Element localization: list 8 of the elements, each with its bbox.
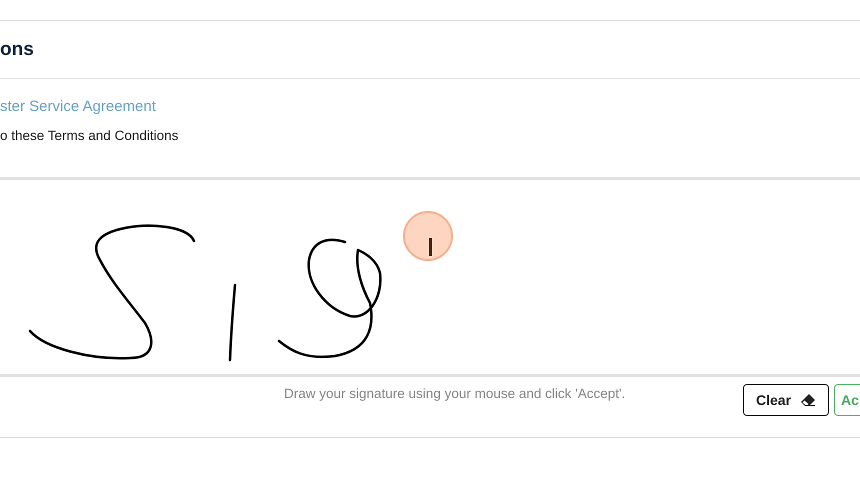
- agreement-text: o these Terms and Conditions: [0, 127, 180, 145]
- agreement-link[interactable]: ster Service Agreement: [0, 97, 860, 117]
- accept-button[interactable]: Ac: [834, 384, 860, 416]
- section-title: ons: [0, 38, 34, 60]
- clear-button[interactable]: Clear: [743, 384, 829, 416]
- cursor-icon: [403, 211, 453, 261]
- eraser-icon: [801, 394, 816, 406]
- signature-hint: Draw your signature using your mouse and click 'Accept'.: [284, 386, 626, 401]
